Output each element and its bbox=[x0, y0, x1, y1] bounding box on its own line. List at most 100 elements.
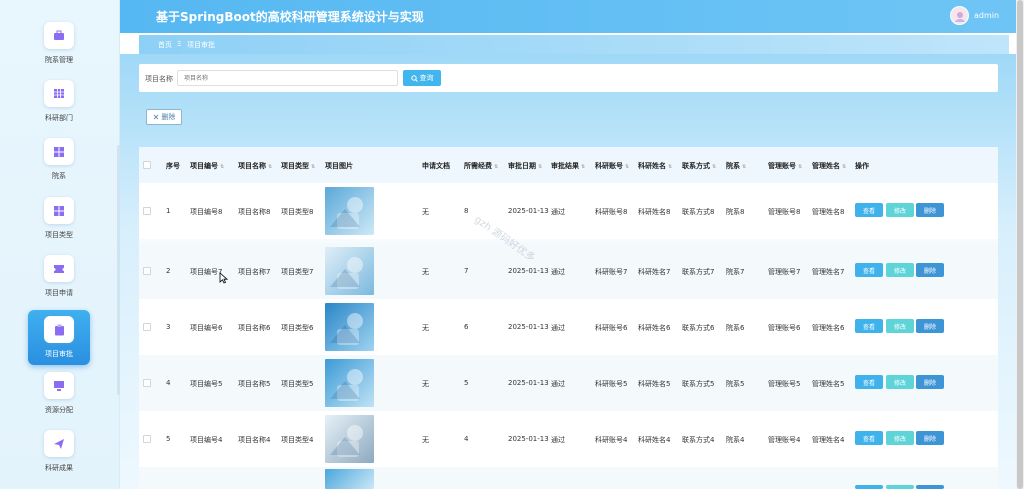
row-checkbox[interactable] bbox=[143, 207, 151, 215]
cell-contact: 联系方式4 bbox=[682, 436, 715, 444]
cell-mname: 管理姓名6 bbox=[812, 324, 845, 332]
sidebar-item-resource-alloc[interactable]: 资源分配 bbox=[28, 372, 90, 428]
cell-idx: 2 bbox=[166, 267, 171, 275]
cell-date: 2025-01-13 bbox=[508, 207, 549, 215]
sidebar-item-departments[interactable]: 院系 bbox=[28, 138, 90, 194]
edit-button[interactable]: 修改 bbox=[886, 319, 914, 333]
cell-fund: 4 bbox=[464, 435, 469, 443]
breadcrumb-home[interactable]: 首页 bbox=[158, 40, 172, 50]
project-image[interactable] bbox=[325, 303, 374, 351]
delete-button[interactable]: 删除 bbox=[916, 431, 944, 445]
cell-acct: 科研账号8 bbox=[595, 208, 628, 216]
project-image[interactable] bbox=[325, 359, 374, 407]
cell-code: 项目编号5 bbox=[190, 380, 223, 388]
page-scrollbar-thumb[interactable] bbox=[1017, 0, 1023, 489]
delete-button[interactable] bbox=[916, 485, 944, 489]
page-scrollbar[interactable] bbox=[1016, 0, 1024, 489]
view-button[interactable] bbox=[855, 485, 883, 489]
search-button-label: 查询 bbox=[419, 74, 434, 82]
view-button[interactable]: 查看 bbox=[855, 203, 883, 217]
row-checkbox[interactable] bbox=[143, 379, 151, 387]
sidebar-item-department-mgmt[interactable]: 院系管理 bbox=[28, 22, 90, 78]
user-name[interactable]: admin bbox=[974, 11, 999, 20]
sidebar-item-project-type[interactable]: 项目类型 bbox=[28, 197, 90, 253]
col-header[interactable]: 科研姓名 ⇅ bbox=[638, 161, 672, 171]
cell-type: 项目类型5 bbox=[281, 380, 314, 388]
edit-button[interactable]: 修改 bbox=[886, 203, 914, 217]
cell-idx: 3 bbox=[166, 323, 171, 331]
search-icon bbox=[410, 74, 418, 82]
col-header[interactable]: 项目名称 ⇅ bbox=[238, 161, 272, 171]
delete-button[interactable]: 删除 bbox=[916, 203, 944, 217]
view-button[interactable]: 查看 bbox=[855, 431, 883, 445]
cell-acct: 科研账号6 bbox=[595, 324, 628, 332]
col-header[interactable]: 所需经费 ⇅ bbox=[464, 161, 498, 171]
project-image[interactable] bbox=[325, 415, 374, 463]
col-header[interactable]: 科研账号 ⇅ bbox=[595, 161, 629, 171]
table-row: 2 项目编号7 项目名称7 项目类型7 无 7 2025-01-13 通过 科研账号7 科研姓名7… bbox=[139, 243, 998, 299]
row-checkbox[interactable] bbox=[143, 323, 151, 331]
ticket-icon bbox=[44, 255, 74, 282]
cell-contact: 联系方式6 bbox=[682, 324, 715, 332]
sidebar-item-project-apply[interactable]: 项目申请 bbox=[28, 255, 90, 311]
row-checkbox[interactable] bbox=[143, 435, 151, 443]
view-button[interactable]: 查看 bbox=[855, 375, 883, 389]
cell-dept: 院系7 bbox=[726, 268, 745, 276]
col-header[interactable]: 审批日期 ⇅ bbox=[508, 161, 542, 171]
sidebar-item-label: 资源分配 bbox=[45, 406, 73, 414]
view-button[interactable]: 查看 bbox=[855, 319, 883, 333]
edit-button[interactable]: 修改 bbox=[886, 263, 914, 277]
edit-button[interactable] bbox=[886, 485, 914, 489]
col-header[interactable]: 联系方式 ⇅ bbox=[682, 161, 716, 171]
cell-idx: 1 bbox=[166, 207, 171, 215]
edit-button[interactable]: 修改 bbox=[886, 375, 914, 389]
cell-result: 通过 bbox=[551, 380, 565, 388]
sidebar-item-research-results[interactable]: 科研成果 bbox=[28, 430, 90, 486]
cell-rname: 科研姓名5 bbox=[638, 380, 671, 388]
cell-fund: 7 bbox=[464, 267, 469, 275]
app-title: 基于SpringBoot的高校科研管理系统设计与实现 bbox=[156, 10, 424, 24]
col-header[interactable]: 院系 ⇅ bbox=[726, 161, 746, 171]
project-image[interactable] bbox=[325, 469, 374, 489]
cell-macct: 管理账号8 bbox=[768, 208, 801, 216]
project-image[interactable] bbox=[325, 247, 374, 295]
delete-button[interactable]: 删除 bbox=[916, 263, 944, 277]
delete-button[interactable]: 删除 bbox=[916, 319, 944, 333]
cell-macct: 管理账号5 bbox=[768, 380, 801, 388]
top-header: 基于SpringBoot的高校科研管理系统设计与实现 admin bbox=[120, 0, 1016, 33]
search-button[interactable]: 查询 bbox=[403, 70, 441, 86]
cell-doc: 无 bbox=[422, 436, 429, 444]
delete-button[interactable]: 删除 bbox=[916, 375, 944, 389]
cell-name: 项目名称8 bbox=[238, 208, 271, 216]
search-input[interactable] bbox=[177, 70, 398, 86]
col-header[interactable]: 管理账号 ⇅ bbox=[768, 161, 802, 171]
cell-contact: 联系方式7 bbox=[682, 268, 715, 276]
batch-delete-button[interactable]: ✕ 删除 bbox=[146, 109, 182, 125]
sidebar-item-label: 项目申请 bbox=[45, 289, 73, 297]
cell-name: 项目名称4 bbox=[238, 436, 271, 444]
cell-mname: 管理姓名4 bbox=[812, 436, 845, 444]
briefcase-icon bbox=[44, 22, 74, 49]
select-all-checkbox[interactable] bbox=[143, 161, 151, 169]
cell-dept: 院系6 bbox=[726, 324, 745, 332]
col-header[interactable]: 项目编号 ⇅ bbox=[190, 161, 224, 171]
project-image[interactable] bbox=[325, 187, 374, 235]
cell-code: 项目编号7 bbox=[190, 268, 223, 276]
sidebar-item-project-approval[interactable]: 项目审批 bbox=[28, 310, 90, 365]
cell-date: 2025-01-13 bbox=[508, 379, 549, 387]
edit-button[interactable]: 修改 bbox=[886, 431, 914, 445]
cell-acct: 科研账号4 bbox=[595, 436, 628, 444]
sidebar-item-research-dept[interactable]: 科研部门 bbox=[28, 80, 90, 136]
col-header[interactable]: 审批结果 ⇅ bbox=[551, 161, 585, 171]
grid-icon bbox=[44, 80, 74, 107]
col-header[interactable]: 管理姓名 ⇅ bbox=[812, 161, 846, 171]
cell-contact: 联系方式8 bbox=[682, 208, 715, 216]
cell-rname: 科研姓名7 bbox=[638, 268, 671, 276]
col-header[interactable]: 项目类型 ⇅ bbox=[281, 161, 315, 171]
cell-name: 项目名称7 bbox=[238, 268, 271, 276]
avatar[interactable] bbox=[950, 6, 969, 25]
view-button[interactable]: 查看 bbox=[855, 263, 883, 277]
table-row: 3 项目编号6 项目名称6 项目类型6 无 6 2025-01-13 通过 科研账号6 科研姓名6… bbox=[139, 299, 998, 355]
sidebar-item-label: 院系管理 bbox=[45, 56, 73, 64]
row-checkbox[interactable] bbox=[143, 267, 151, 275]
